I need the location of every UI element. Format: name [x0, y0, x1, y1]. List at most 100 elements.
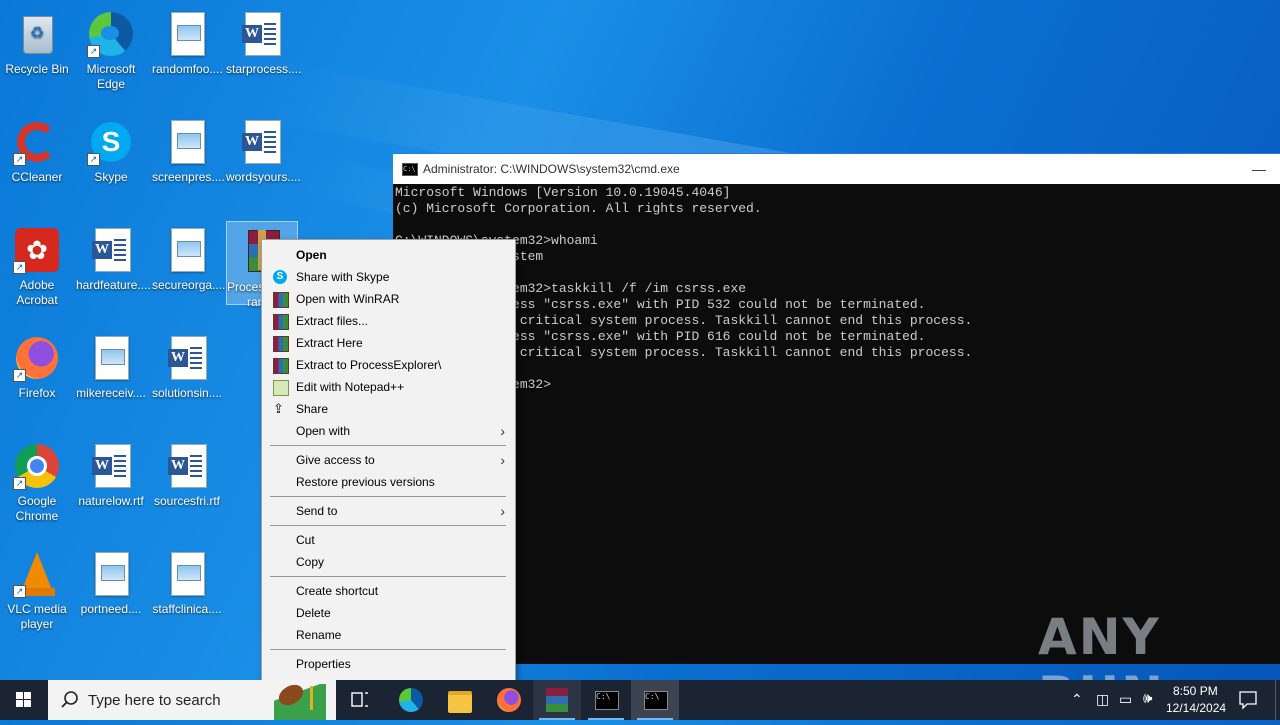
- desktop-icon-firefox[interactable]: ↗ Firefox: [0, 328, 74, 401]
- menu-item-restore-previous-versions[interactable]: Restore previous versions: [262, 471, 515, 493]
- desktop-icon-hardfeature[interactable]: W hardfeature....: [74, 220, 151, 293]
- cmd-console-output[interactable]: Microsoft Windows [Version 10.0.19045.40…: [395, 185, 1280, 664]
- desktop-icon-staffclinica[interactable]: staffclinica....: [150, 544, 224, 617]
- taskbar-search-box[interactable]: Type here to search: [48, 680, 336, 720]
- menu-item-properties[interactable]: Properties: [262, 653, 515, 675]
- desktop-icon-label: wordsyours....: [226, 170, 301, 184]
- clock-date[interactable]: 12/14/2024: [1166, 701, 1226, 715]
- menu-item-label: Properties: [296, 657, 351, 671]
- clock-time[interactable]: 8:50 PM: [1173, 684, 1218, 698]
- desktop-icon-label: Microsoft Edge: [86, 62, 136, 91]
- console-line: Reason: This is critical system process.…: [395, 313, 973, 328]
- desktop-icon-label: Adobe Acrobat: [16, 278, 58, 307]
- meet-now-icon[interactable]: ◫: [1096, 691, 1109, 708]
- chrome-icon: ↗: [13, 442, 61, 490]
- desktop-icon-skype[interactable]: S ↗ Skype: [74, 112, 148, 185]
- taskbar-cmd-1[interactable]: C:\: [582, 680, 630, 720]
- chevron-right-icon: ›: [500, 423, 505, 439]
- edge-icon: ↗: [87, 10, 135, 58]
- desktop-icon-microsoft-edge[interactable]: ↗ Microsoft Edge: [74, 4, 148, 92]
- menu-item-cut[interactable]: Cut: [262, 529, 515, 551]
- desktop-icon-sourcesfri[interactable]: W sourcesfri.rtf: [150, 436, 224, 509]
- menu-item-label: Delete: [296, 606, 331, 620]
- volume-icon[interactable]: 🕪: [1143, 690, 1152, 707]
- taskbar-firefox[interactable]: [484, 680, 532, 720]
- desktop-icon-label: CCleaner: [11, 170, 63, 184]
- desktop-icon-solutionsin[interactable]: W solutionsin....: [150, 328, 224, 401]
- menu-item-create-shortcut[interactable]: Create shortcut: [262, 580, 515, 602]
- ccleaner-icon: ↗: [13, 118, 61, 166]
- search-icon: [61, 691, 78, 708]
- menu-item-open[interactable]: Open: [262, 244, 515, 266]
- desktop-icon-label: staffclinica....: [152, 602, 222, 616]
- desktop-icon-portneed[interactable]: portneed....: [74, 544, 148, 617]
- desktop-icon-recycle-bin[interactable]: ♻ Recycle Bin: [0, 4, 74, 77]
- desktop-icon-secureorga[interactable]: secureorga....: [150, 220, 225, 293]
- desktop-icon-screenpres[interactable]: screenpres....: [150, 112, 225, 185]
- menu-item-extract-here[interactable]: Extract Here: [262, 332, 515, 354]
- menu-item-edit-with-notepadpp[interactable]: Edit with Notepad++: [262, 376, 515, 398]
- notification-center-button[interactable]: [1230, 680, 1266, 720]
- cmd-icon: C:\: [644, 691, 668, 710]
- cmd-window-title: Administrator: C:\WINDOWS\system32\cmd.e…: [423, 162, 680, 176]
- menu-item-copy[interactable]: Copy: [262, 551, 515, 573]
- desktop-icon-naturelow[interactable]: W naturelow.rtf: [74, 436, 148, 509]
- taskbar-edge[interactable]: [386, 680, 434, 720]
- desktop-icon-vlc[interactable]: ↗ VLC media player: [0, 544, 74, 632]
- show-desktop-button[interactable]: [1275, 680, 1280, 720]
- menu-item-share-with-skype[interactable]: S Share with Skype: [262, 266, 515, 288]
- console-line: ERROR: The process "csrss.exe" with PID …: [395, 297, 926, 312]
- menu-item-open-with[interactable]: Open with ›: [262, 420, 515, 442]
- taskbar-cmd-2[interactable]: C:\: [631, 680, 679, 720]
- menu-item-give-access-to[interactable]: Give access to ›: [262, 449, 515, 471]
- desktop-icon-starprocess[interactable]: W starprocess....: [224, 4, 302, 77]
- cmd-window[interactable]: C:\ Administrator: C:\WINDOWS\system32\c…: [393, 153, 1280, 664]
- menu-item-send-to[interactable]: Send to ›: [262, 500, 515, 522]
- cmd-titlebar[interactable]: C:\ Administrator: C:\WINDOWS\system32\c…: [393, 154, 1280, 184]
- desktop-icon-label: starprocess....: [226, 62, 302, 76]
- taskbar-file-explorer[interactable]: [435, 680, 483, 720]
- desktop-icon-label: Recycle Bin: [5, 62, 69, 76]
- winrar-icon: [273, 292, 289, 308]
- console-line: C:\WINDOWS\system32>whoami: [395, 233, 1280, 249]
- shortcut-arrow-icon: ↗: [13, 369, 26, 382]
- task-view-icon: [351, 692, 368, 707]
- cmd-icon: C:\: [402, 163, 418, 176]
- menu-item-label: Open with: [296, 424, 351, 438]
- word-document-icon: W: [87, 442, 135, 490]
- start-button[interactable]: [0, 680, 48, 720]
- menu-item-label: Rename: [296, 628, 342, 642]
- menu-item-delete[interactable]: Delete: [262, 602, 515, 624]
- notification-icon: [1239, 691, 1257, 710]
- desktop-icon-label: sourcesfri.rtf: [153, 494, 220, 508]
- recycle-bin-icon: ♻: [13, 10, 61, 58]
- menu-item-label: Edit with Notepad++: [296, 380, 405, 394]
- vlc-icon: ↗: [13, 550, 61, 598]
- desktop-icon-google-chrome[interactable]: ↗ Google Chrome: [0, 436, 74, 524]
- desktop-icon-adobe-acrobat[interactable]: ✿ ↗ Adobe Acrobat: [0, 220, 74, 308]
- image-file-icon: [87, 550, 135, 598]
- acrobat-icon: ✿ ↗: [13, 226, 61, 274]
- menu-item-rename[interactable]: Rename: [262, 624, 515, 646]
- minimize-button[interactable]: —: [1252, 154, 1266, 184]
- winrar-icon: [273, 358, 289, 374]
- chevron-right-icon: ›: [500, 452, 505, 468]
- menu-item-extract-files[interactable]: Extract files...: [262, 310, 515, 332]
- desktop-icon-ccleaner[interactable]: ↗ CCleaner: [0, 112, 74, 185]
- menu-item-open-with-winrar[interactable]: Open with WinRAR: [262, 288, 515, 310]
- desktop-icon-randomfoo[interactable]: randomfoo....: [150, 4, 224, 77]
- network-icon[interactable]: ▭: [1119, 691, 1132, 708]
- menu-item-share[interactable]: ⇪ Share: [262, 398, 515, 420]
- show-hidden-icons-chevron-icon[interactable]: ⌃: [1071, 691, 1083, 708]
- desktop-icon-wordsyours[interactable]: W wordsyours....: [224, 112, 301, 185]
- skype-icon: S ↗: [87, 118, 135, 166]
- search-highlight-football-icon: [274, 680, 326, 720]
- desktop-icon-mikereceiv[interactable]: mikereceiv....: [74, 328, 148, 401]
- task-view-button[interactable]: [336, 680, 384, 720]
- taskbar-winrar[interactable]: [533, 680, 581, 720]
- image-file-icon: [87, 334, 135, 382]
- menu-separator: [270, 649, 506, 650]
- menu-item-extract-to-folder[interactable]: Extract to ProcessExplorer\: [262, 354, 515, 376]
- desktop-icon-label: randomfoo....: [152, 62, 223, 76]
